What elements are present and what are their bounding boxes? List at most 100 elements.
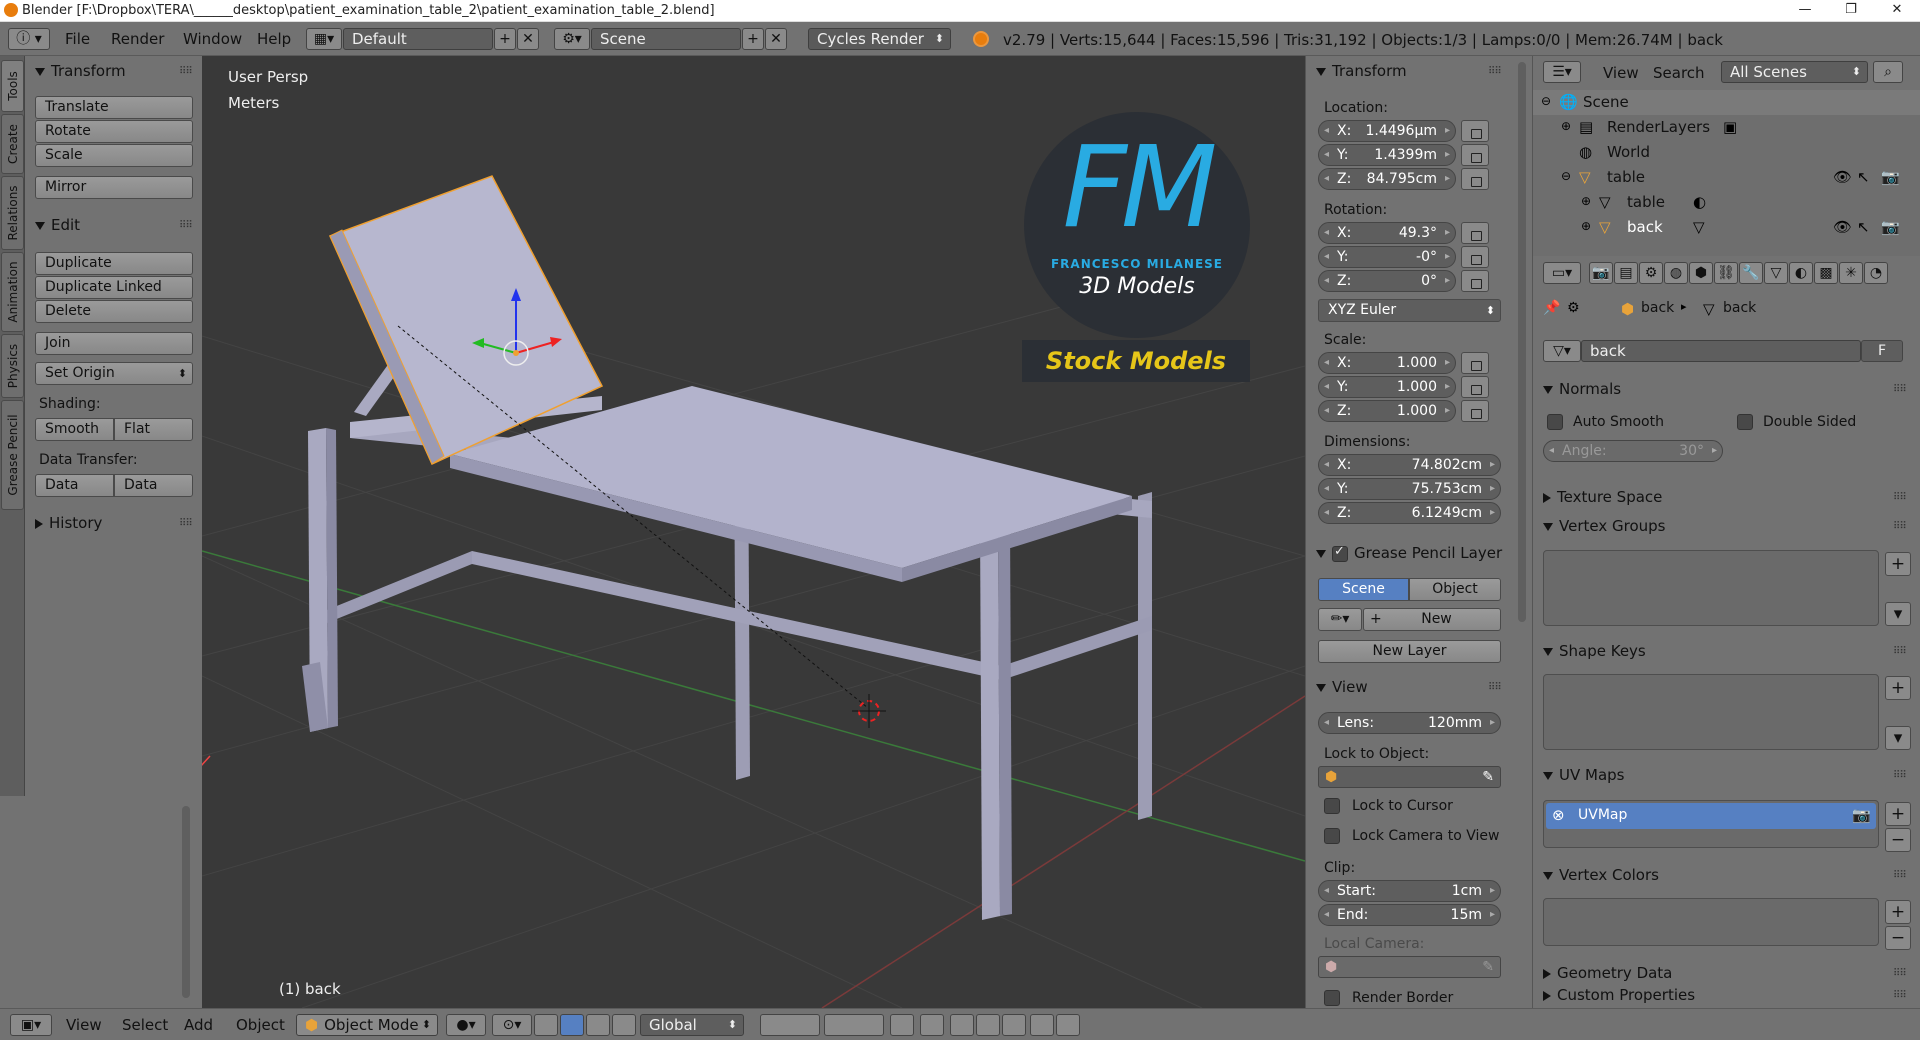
render-engine-select[interactable]: Cycles Render ⬍ [808,28,951,50]
world-tab-icon[interactable]: ◍ [1664,262,1688,284]
3d-viewport[interactable]: User Persp Meters (1) back FM FRANCESCO … [202,56,1305,1008]
drag-handle-icon[interactable]: ⠿⠿ [1893,384,1907,395]
gp-palette-button[interactable]: ✏▾ [1318,608,1362,631]
collapse-icon[interactable]: ⊖ [1541,94,1551,108]
render-border-checkbox[interactable] [1324,990,1340,1006]
remove-uv-map-button[interactable]: − [1885,828,1911,852]
mesh-browse-button[interactable]: ▽▾ [1543,340,1581,362]
lock-icon[interactable] [1461,222,1489,244]
lock-icon[interactable] [1461,376,1489,398]
lock-to-cursor-checkbox[interactable] [1324,798,1340,814]
lock-icon[interactable] [1461,144,1489,166]
remove-vertex-color-button[interactable]: − [1885,926,1911,950]
lock-to-object-field[interactable]: ⬢ ✎ [1318,766,1501,788]
outliner-menu-search[interactable]: Search [1653,64,1705,82]
constraints-tab-icon[interactable]: ⛓ [1714,262,1738,284]
data-button[interactable]: Data [35,474,114,497]
properties-region-scrollbar[interactable] [1518,62,1526,622]
camera-render-icon[interactable]: 📷 [1881,168,1900,186]
tab-create[interactable]: Create [1,114,24,174]
scale-z-field[interactable]: ◂ Z: 1.000 ▸ [1318,400,1456,422]
transform-orientation-select[interactable]: Global ⬍ [640,1014,744,1036]
snap-target-icon[interactable] [1002,1014,1026,1036]
double-sided-checkbox[interactable] [1737,414,1753,430]
clip-end-field[interactable]: ◂ End: 15m ▸ [1318,904,1501,926]
set-origin-dropdown[interactable]: Set Origin ⬍ [35,362,193,385]
grease-pencil-layer-checkbox[interactable] [1332,544,1348,562]
viewport-shading-select[interactable]: ●▾ [446,1014,486,1036]
remove-screen-button[interactable]: ✕ [517,28,539,50]
gp-new-button[interactable]: + New [1363,608,1501,631]
dimensions-z-field[interactable]: ◂ Z: 6.1249cm ▸ [1318,502,1501,524]
texture-tab-icon[interactable]: ▩ [1814,262,1838,284]
drag-handle-icon[interactable]: ⠿⠿ [179,66,193,77]
drag-handle-icon[interactable]: ⠿⠿ [1893,521,1907,532]
rotate-manipulator-icon[interactable] [586,1014,610,1036]
add-shape-key-button[interactable]: + [1885,676,1911,700]
lock-icon[interactable] [1461,270,1489,292]
lock-camera-checkbox[interactable] [1324,828,1340,844]
opengl-animation-icon[interactable] [1056,1014,1080,1036]
local-camera-field[interactable]: ⬢ ✎ [1318,956,1501,978]
duplicate-linked-button[interactable]: Duplicate Linked [35,276,193,299]
duplicate-button[interactable]: Duplicate [35,252,193,275]
outliner-row-renderlayers[interactable]: ⊕ ▤ RenderLayers ▣ [1533,115,1920,140]
mesh-data-tab-icon[interactable]: ▽ [1764,262,1788,284]
add-uv-map-button[interactable]: + [1885,802,1911,826]
rotation-mode-dropdown[interactable]: XYZ Euler ⬍ [1318,299,1501,322]
lock-icon[interactable] [1461,352,1489,374]
add-scene-button[interactable]: + [742,28,764,50]
transform-panel-header[interactable]: Transform [1316,62,1407,80]
menu-window[interactable]: Window [183,30,242,48]
menu-render[interactable]: Render [111,30,164,48]
manipulator-toggle-icon[interactable] [534,1014,558,1036]
vertex-group-specials-button[interactable]: ▾ [1885,602,1911,626]
mesh-name-field[interactable]: back [1581,340,1861,362]
interaction-mode-select[interactable]: ⬢ Object Mode ⬍ [296,1014,438,1036]
lock-icon[interactable] [1461,246,1489,268]
data-layout-button[interactable]: Data Layo [114,474,193,497]
tab-tools[interactable]: Tools [1,60,24,112]
expand-icon[interactable]: ⊕ [1561,119,1571,133]
texture-space-panel-header[interactable]: Texture Space [1543,488,1662,506]
snap-toggle-icon[interactable] [950,1014,974,1036]
drag-handle-icon[interactable]: ⠿⠿ [1488,66,1502,77]
material-tab-icon[interactable]: ◐ [1789,262,1813,284]
custom-properties-panel-header[interactable]: Custom Properties [1543,986,1695,1004]
edit-panel-header[interactable]: Edit [35,216,80,234]
drag-handle-icon[interactable]: ⠿⠿ [1893,990,1907,1001]
screen-layout-icon-button[interactable]: ▦▾ [306,28,342,50]
scene-layers-grid-1[interactable] [760,1014,820,1036]
menu-object[interactable]: Object [236,1016,285,1034]
uv-map-item[interactable]: ⊗ UVMap 📷 [1546,803,1876,829]
cursor-select-icon[interactable]: ↖ [1857,168,1870,186]
transform-panel-header[interactable]: Transform [35,62,126,80]
tab-relations[interactable]: Relations [1,176,24,250]
delete-button[interactable]: Delete [35,300,193,323]
uv-maps-list[interactable]: ⊗ UVMap 📷 [1543,800,1879,848]
rotation-y-field[interactable]: ◂ Y: -0° ▸ [1318,246,1456,268]
add-screen-button[interactable]: + [494,28,516,50]
screen-layout-field[interactable]: Default [343,28,493,50]
gp-object-button[interactable]: Object [1409,578,1501,601]
flat-button[interactable]: Flat [114,418,193,441]
outliner-row-back-object[interactable]: ⊕ ▽ back ▽ 👁 ↖ 📷 [1533,215,1920,240]
proportional-editing-icon[interactable] [920,1014,944,1036]
outliner-display-mode-select[interactable]: All Scenes ⬍ [1721,61,1868,83]
expand-icon[interactable]: ⊕ [1581,219,1591,233]
drag-handle-icon[interactable]: ⠿⠿ [1488,682,1502,693]
eye-icon[interactable]: 👁 [1833,218,1852,236]
join-button[interactable]: Join [35,332,193,355]
close-button[interactable]: ✕ [1874,0,1920,22]
menu-help[interactable]: Help [257,30,291,48]
grease-pencil-layer-header[interactable]: Grease Pencil Layer [1316,544,1502,562]
expand-icon[interactable]: ⊕ [1581,194,1591,208]
scale-manipulator-icon[interactable] [612,1014,636,1036]
lock-icon[interactable] [1461,400,1489,422]
lock-icon[interactable] [1461,168,1489,190]
angle-field[interactable]: ◂ Angle: 30° ▸ [1543,440,1723,462]
snap-element-icon[interactable] [976,1014,1000,1036]
remove-scene-button[interactable]: ✕ [765,28,787,50]
shape-key-specials-button[interactable]: ▾ [1885,726,1911,750]
maximize-button[interactable]: ❐ [1828,0,1874,22]
